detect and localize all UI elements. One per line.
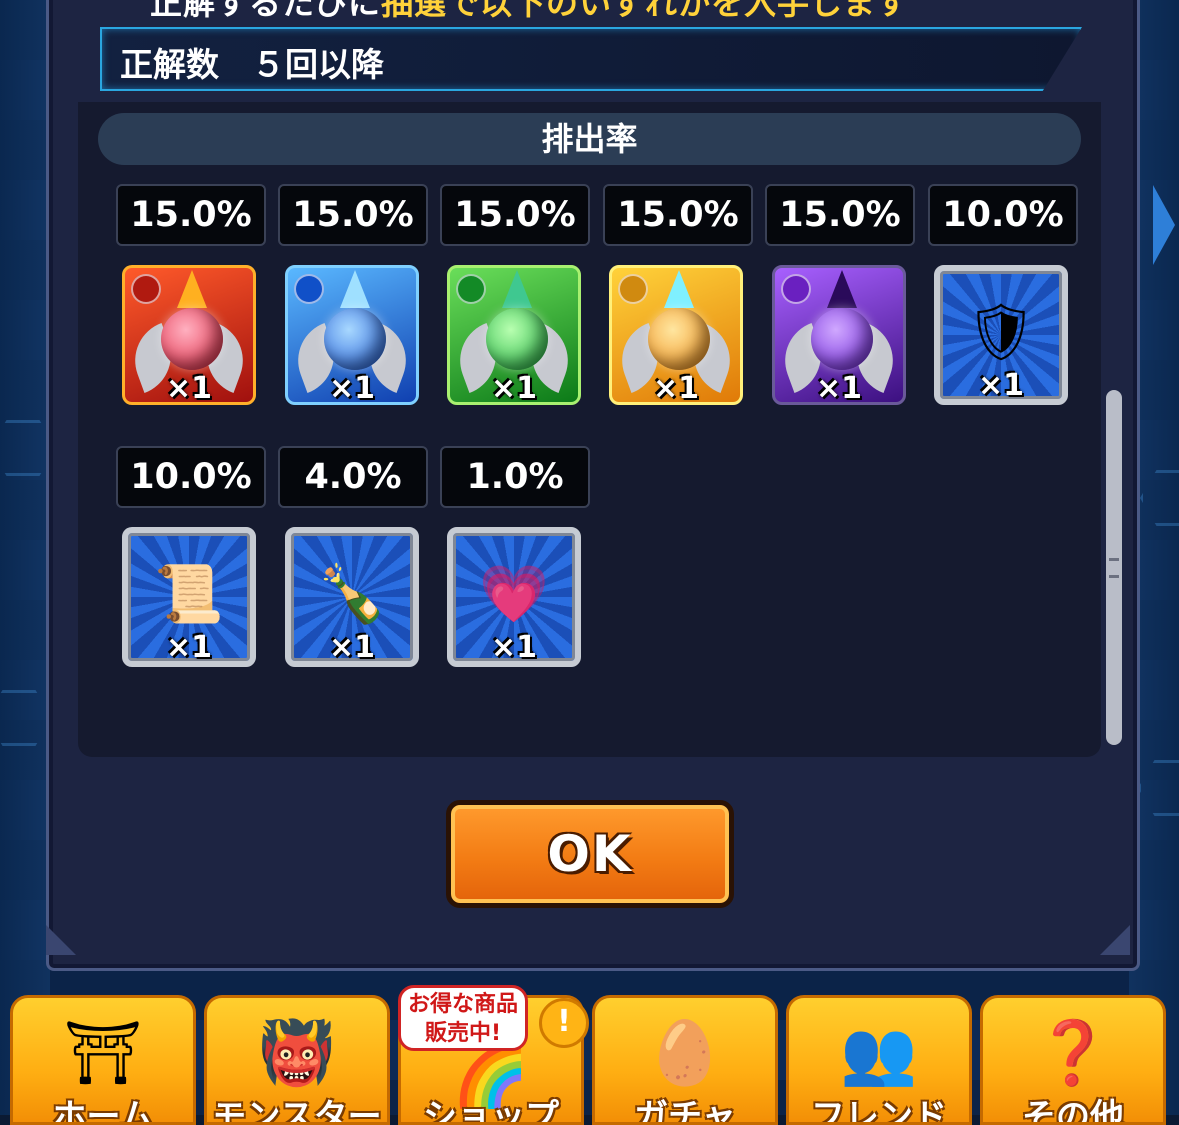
drop-rate-percent: 15.0% xyxy=(765,184,915,246)
tab-label: ホーム xyxy=(52,1097,154,1125)
hex-decoration xyxy=(0,690,52,746)
element-badge-icon xyxy=(456,274,486,304)
monster-icon: 👹 xyxy=(258,1016,336,1089)
flame-icon xyxy=(177,270,207,308)
item-quantity: ×1 xyxy=(328,371,375,405)
page-right-arrow-icon[interactable] xyxy=(1153,185,1175,265)
tab-label: その他 xyxy=(1022,1097,1124,1125)
reward-description: 正解するたびに抽選で以下のいずれかを入手します xyxy=(150,0,909,24)
promo-text-line1: お得な商品 xyxy=(407,992,518,1017)
item-quantity: ×1 xyxy=(165,371,212,405)
friends-icon: 👥 xyxy=(840,1016,918,1089)
orb-icon xyxy=(324,308,386,370)
bottle-icon: 🍾 xyxy=(317,562,387,628)
shop-promo-bubble[interactable]: お得な商品 販売中! ! xyxy=(398,985,589,1051)
item-quantity: ×1 xyxy=(977,368,1024,403)
correct-count-label: 正解数 ５回以降 xyxy=(120,45,384,84)
growth-potion-icon[interactable]: 🍾 ×1 xyxy=(285,527,419,667)
ok-button[interactable]: OK xyxy=(446,800,734,908)
reward-description-prefix: 正解するたびに xyxy=(150,0,382,22)
fire-orb-icon[interactable]: ×1 xyxy=(122,265,256,405)
promo-text-line2: 販売中! xyxy=(424,1021,502,1046)
heart-icon: 💗 xyxy=(479,562,549,628)
light-orb-icon[interactable]: ×1 xyxy=(609,265,743,405)
home-gate-icon: ⛩ xyxy=(63,1016,143,1089)
panel-corner xyxy=(1100,925,1130,955)
water-orb-icon[interactable]: ×1 xyxy=(285,265,419,405)
item-quantity: ×1 xyxy=(815,371,862,405)
dark-flame-icon xyxy=(827,270,857,308)
panel-corner xyxy=(46,925,76,955)
tab-label: フレンド xyxy=(811,1097,947,1125)
drop-rate-percent: 15.0% xyxy=(116,184,266,246)
crystal-icon xyxy=(340,270,370,308)
drop-rate-percent: 10.0% xyxy=(116,446,266,508)
scrollbar[interactable] xyxy=(1106,390,1122,745)
orb-icon xyxy=(161,308,223,370)
drop-rate-percent: 15.0% xyxy=(440,184,590,246)
scrollbar-grip-icon[interactable] xyxy=(1109,558,1119,578)
orb-icon xyxy=(811,308,873,370)
alert-badge-icon: ! xyxy=(539,998,589,1048)
element-badge-icon xyxy=(781,274,811,304)
tab-monster[interactable]: 👹 モンスター xyxy=(204,995,390,1125)
element-badge-icon xyxy=(618,274,648,304)
drop-rate-header: 排出率 xyxy=(98,113,1081,165)
gacha-egg-icon: 🥚 xyxy=(646,1016,724,1089)
tab-label: ガチャ xyxy=(634,1097,736,1125)
scroll-icon[interactable]: 📜 ×1 xyxy=(122,527,256,667)
reward-description-highlight: 抽選で以下のいずれかを入手します xyxy=(381,0,910,22)
leaf-icon xyxy=(502,270,532,308)
tab-label: モンスター xyxy=(212,1097,382,1125)
tab-friend[interactable]: 👥 フレンド xyxy=(786,995,972,1125)
drop-rate-percent: 15.0% xyxy=(603,184,753,246)
orb-icon xyxy=(648,308,710,370)
element-badge-icon xyxy=(294,274,324,304)
spark-icon xyxy=(664,270,694,308)
drop-rate-percent: 1.0% xyxy=(440,446,590,508)
element-badge-icon xyxy=(131,274,161,304)
bottom-nav: ⛩ ホーム 👹 モンスター 🌈 ショップ 🥚 ガチャ 👥 フレンド ❓ その他 xyxy=(0,985,1179,1125)
emblem-icon: 🛡 xyxy=(965,300,1037,366)
hex-decoration xyxy=(1138,760,1179,816)
item-quantity: ×1 xyxy=(490,371,537,405)
tab-label: ショップ xyxy=(423,1097,559,1125)
tab-home[interactable]: ⛩ ホーム xyxy=(10,995,196,1125)
drop-rate-percent: 4.0% xyxy=(278,446,428,508)
scroll-glyph-icon: 📜 xyxy=(154,562,224,628)
item-quantity: ×1 xyxy=(652,371,699,405)
wood-orb-icon[interactable]: ×1 xyxy=(447,265,581,405)
tab-other[interactable]: ❓ その他 xyxy=(980,995,1166,1125)
silver-emblem-icon[interactable]: 🛡 ×1 xyxy=(934,265,1068,405)
tab-gacha[interactable]: 🥚 ガチャ xyxy=(592,995,778,1125)
item-quantity: ×1 xyxy=(328,630,375,665)
drop-rate-percent: 15.0% xyxy=(278,184,428,246)
dark-orb-icon[interactable]: ×1 xyxy=(772,265,906,405)
heart-potion-icon[interactable]: 💗 ×1 xyxy=(447,527,581,667)
orb-icon xyxy=(486,308,548,370)
item-quantity: ×1 xyxy=(165,630,212,665)
other-question-icon: ❓ xyxy=(1034,1016,1112,1089)
hex-decoration xyxy=(1140,470,1179,526)
drop-rate-percent: 10.0% xyxy=(928,184,1078,246)
item-quantity: ×1 xyxy=(490,630,537,665)
